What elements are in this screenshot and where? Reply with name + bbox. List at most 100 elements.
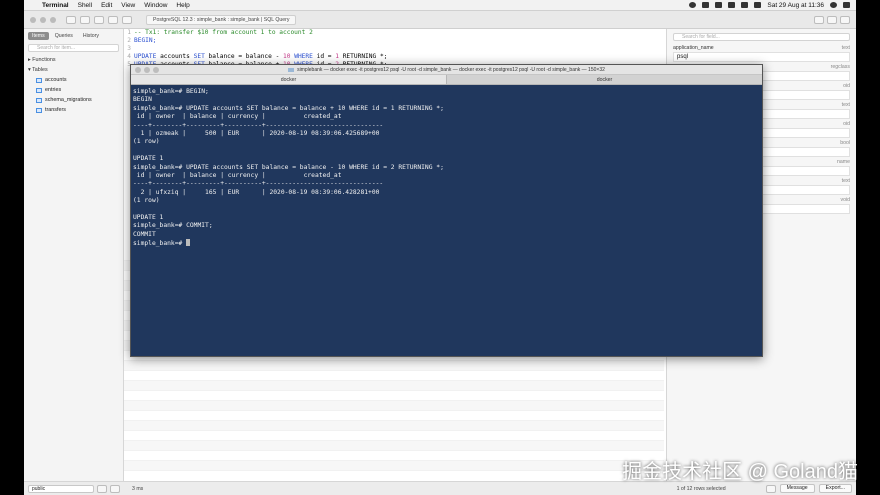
sidebar-item-transfers[interactable]: transfers: [24, 105, 123, 115]
close-window-icon[interactable]: [135, 67, 141, 73]
line-number: 3: [127, 45, 131, 52]
code-token: balance = balance -: [204, 53, 284, 60]
spotlight-icon[interactable]: [830, 2, 837, 8]
notification-center-icon[interactable]: [843, 2, 850, 8]
line-number: 4: [127, 53, 131, 60]
sidebar-item-accounts[interactable]: accounts: [24, 75, 123, 85]
functions-group[interactable]: ▸ Functions: [24, 55, 123, 65]
terminal-line: UPDATE 1: [133, 155, 164, 163]
terminal-tab-2[interactable]: docker: [447, 75, 762, 84]
terminal-line: UPDATE 1: [133, 213, 164, 221]
menu-view[interactable]: View: [121, 2, 135, 9]
table-row[interactable]: [124, 391, 664, 401]
editor-line: 4 UPDATE accounts SET balance = balance -…: [124, 53, 664, 61]
terminal-line: 2 | ufxziq | 165 | EUR | 2020-08-19 08:3…: [133, 188, 380, 196]
editor-line: 1 -- Tx1: transfer $10 from account 1 to …: [124, 29, 664, 37]
layout-bottom-button[interactable]: [827, 15, 837, 24]
terminal-line: 1 | ozmeak | 500 | EUR | 2020-08-19 08:3…: [133, 129, 380, 137]
filter-icon[interactable]: [765, 484, 776, 493]
table-row[interactable]: [124, 381, 664, 391]
terminal-tab-1[interactable]: docker: [131, 75, 447, 84]
zoom-window-icon[interactable]: [50, 16, 56, 23]
add-button[interactable]: [97, 484, 107, 493]
functions-label: Functions: [32, 57, 56, 63]
table-row[interactable]: [124, 361, 664, 371]
stop-button[interactable]: [80, 15, 90, 24]
menu-window[interactable]: Window: [144, 2, 167, 9]
table-row[interactable]: [124, 401, 664, 411]
export-button[interactable]: Export...: [818, 484, 852, 493]
clock[interactable]: Sat 29 Aug at 11:36: [767, 2, 824, 9]
code-token: 10: [283, 53, 291, 60]
weather-icon[interactable]: [715, 2, 723, 8]
field-row: application_name text psql: [673, 45, 850, 62]
table-row[interactable]: [124, 421, 664, 431]
table-icon: [36, 77, 42, 83]
menu-terminal[interactable]: Terminal: [42, 2, 69, 9]
dropbox-icon[interactable]: [702, 2, 710, 8]
sidebar-bottom: public: [24, 481, 124, 495]
code-token: RETURNING *;: [338, 53, 388, 60]
tab-queries[interactable]: Queries: [51, 32, 77, 40]
field-type: text: [841, 45, 850, 51]
table-row[interactable]: [124, 431, 664, 441]
refresh-button[interactable]: [66, 15, 76, 24]
sidebar-item-label: accounts: [45, 77, 67, 83]
query-time: 3 ms: [132, 485, 144, 492]
open-table-button[interactable]: [108, 15, 118, 24]
connection-label: PostgreSQL 12.3 : simple_bank : simple_b…: [146, 14, 297, 25]
table-row[interactable]: [124, 461, 664, 471]
schema-select[interactable]: public: [28, 484, 94, 493]
line-number: 2: [127, 37, 131, 44]
minimize-window-icon[interactable]: [144, 67, 150, 73]
code-token: id =: [312, 53, 336, 60]
menu-extras: Sat 29 Aug at 11:36: [689, 2, 856, 9]
terminal-prompt-line[interactable]: simple_bank=#: [133, 239, 760, 247]
menu-bar: Terminal Shell Edit View Window Help Sat…: [24, 0, 856, 11]
wifi-icon[interactable]: [741, 2, 749, 8]
minimize-window-icon[interactable]: [40, 16, 46, 23]
line-code: BEGIN;: [134, 37, 156, 45]
code-token: BEGIN;: [134, 37, 157, 44]
code-token: WHERE: [294, 53, 313, 60]
sidebar-item-entries[interactable]: entries: [24, 85, 123, 95]
tables-group[interactable]: ▾ Tables: [24, 65, 123, 75]
table-row[interactable]: [124, 451, 664, 461]
layout-right-button[interactable]: [840, 15, 850, 24]
field-type: oid: [843, 83, 850, 89]
close-window-icon[interactable]: [30, 16, 36, 23]
line-code: UPDATE accounts SET balance = balance - …: [134, 53, 387, 61]
layout-left-button[interactable]: [814, 15, 824, 24]
record-icon[interactable]: [689, 2, 697, 8]
terminal-line: simple_bank=# BEGIN;: [133, 88, 209, 95]
battery-icon[interactable]: [754, 2, 762, 8]
message-button[interactable]: Message: [779, 484, 815, 493]
field-value[interactable]: psql: [673, 52, 850, 62]
terminal-output[interactable]: simple_bank=# BEGIN; BEGIN simple_bank=# U…: [131, 85, 762, 250]
sidebar-item-label: schema_migrations: [45, 97, 92, 103]
terminal-line: id | owner | balance | currency | create…: [133, 113, 342, 121]
terminal-titlebar[interactable]: simplebank — docker exec -it postgres12 …: [131, 65, 762, 75]
line-number: 1: [127, 29, 131, 36]
lock-icon[interactable]: [728, 2, 736, 8]
field-search-input[interactable]: Search for field...: [673, 33, 850, 41]
terminal-line: simple_bank=# UPDATE accounts SET balanc…: [133, 104, 444, 112]
table-row[interactable]: [124, 441, 664, 451]
sidebar-item-schema-migrations[interactable]: schema_migrations: [24, 95, 123, 105]
table-icon: [36, 87, 42, 93]
sidebar-search-input[interactable]: Search for item...: [28, 44, 119, 52]
sql-button[interactable]: [94, 15, 104, 24]
table-row[interactable]: [124, 411, 664, 421]
database-button[interactable]: [122, 15, 132, 24]
table-row[interactable]: [124, 371, 664, 381]
menu-edit[interactable]: Edit: [101, 2, 112, 9]
zoom-window-icon[interactable]: [153, 67, 159, 73]
menu-shell[interactable]: Shell: [78, 2, 92, 9]
tab-items[interactable]: Items: [28, 32, 49, 40]
table-icon: [36, 97, 42, 103]
menu-help[interactable]: Help: [176, 2, 189, 9]
table-icon: [36, 107, 42, 113]
filter-button[interactable]: [110, 484, 120, 493]
tab-history[interactable]: History: [79, 32, 103, 40]
